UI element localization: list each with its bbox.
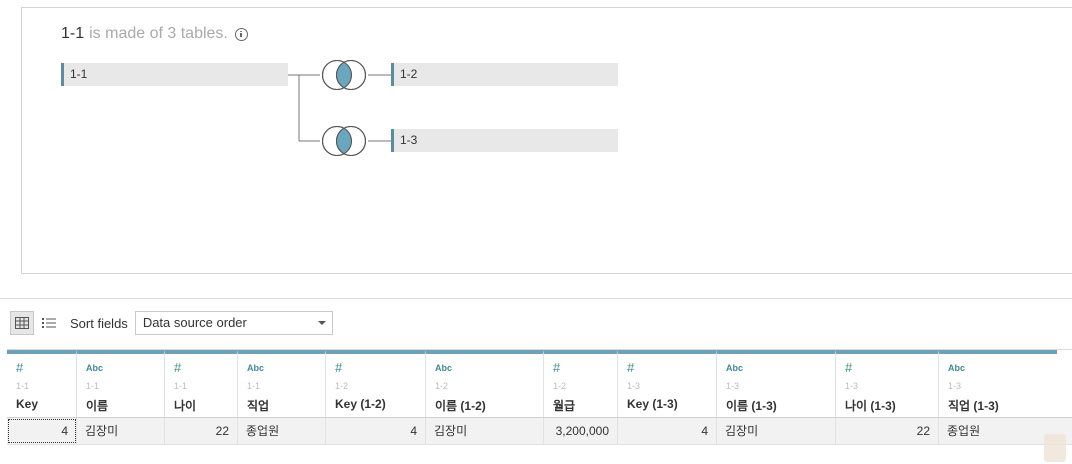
column-source: 1-1	[16, 381, 30, 391]
grid-view-button[interactable]	[10, 311, 34, 335]
column-header[interactable]: #1-3 Key (1-3)	[618, 350, 717, 417]
string-type-icon[interactable]: Abc	[86, 363, 103, 373]
table-1-2[interactable]: 1-2	[391, 63, 618, 86]
table-cell[interactable]: 4	[326, 418, 426, 444]
number-type-icon[interactable]: #	[174, 360, 181, 375]
number-type-icon[interactable]: #	[16, 360, 23, 375]
grid-header: #1-1 Key Abc 1-1 이름 #1-1 나이 Abc 1-1 직업 #1-2 Key (1-…	[7, 350, 1072, 417]
table-cell[interactable]: 김장미	[717, 418, 836, 444]
list-view-button[interactable]	[37, 311, 61, 335]
list-view-icon	[42, 318, 56, 328]
column-name[interactable]: 나이	[174, 397, 196, 414]
column-name[interactable]: 이름 (1-3)	[726, 397, 777, 414]
string-type-icon[interactable]: Abc	[247, 363, 264, 373]
sort-fields-label: Sort fields	[70, 315, 128, 331]
table-cell[interactable]: 22	[165, 418, 238, 444]
column-source: 1-1	[86, 381, 100, 391]
table-1-3[interactable]: 1-3	[391, 129, 618, 152]
column-source: 1-2	[435, 381, 449, 391]
column-name[interactable]: Key (1-3)	[627, 397, 678, 411]
column-name[interactable]: 이름 (1-2)	[435, 397, 486, 414]
number-type-icon[interactable]: #	[335, 360, 342, 375]
string-type-icon[interactable]: Abc	[726, 363, 743, 373]
column-source: 1-3	[948, 381, 962, 391]
number-type-icon[interactable]: #	[845, 360, 852, 375]
column-name[interactable]: Key	[16, 397, 38, 411]
table-row: 4 김장미 22 종업원 4 김장미 3,200,000 4 김장미 22 종업원	[7, 417, 1072, 445]
table-cell[interactable]: 4	[618, 418, 717, 444]
table-cell[interactable]: 김장미	[77, 418, 165, 444]
column-header[interactable]: Abc 1-3 직업 (1-3)	[939, 350, 1057, 417]
table-cell[interactable]: 3,200,000	[544, 418, 618, 444]
column-header[interactable]: #1-2 Key (1-2)	[326, 350, 426, 417]
column-header[interactable]: #1-2 월급	[544, 350, 618, 417]
table-1-1[interactable]: 1-1	[61, 63, 288, 86]
sort-fields-value: Data source order	[142, 315, 247, 330]
column-header[interactable]: #1-1 Key	[7, 350, 77, 417]
string-type-icon[interactable]: Abc	[948, 363, 965, 373]
sort-fields-select[interactable]: Data source order	[134, 311, 333, 335]
table-cell[interactable]: 4	[7, 418, 77, 444]
column-header[interactable]: Abc 1-1 이름	[77, 350, 165, 417]
grid-toolbar: Sort fields Data source order	[10, 311, 333, 335]
column-source: 1-3	[627, 381, 641, 391]
inner-join-icon[interactable]	[320, 125, 370, 157]
table-cell[interactable]: 종업원	[939, 418, 1057, 444]
table-cell[interactable]: 종업원	[238, 418, 326, 444]
join-canvas[interactable]: 1-1 is made of 3 tables. 1-1 1-2 1-3	[21, 7, 1072, 274]
string-type-icon[interactable]: Abc	[435, 363, 452, 373]
pane-divider[interactable]	[0, 298, 1072, 299]
column-header[interactable]: Abc 1-2 이름 (1-2)	[426, 350, 544, 417]
column-source: 1-2	[553, 381, 567, 391]
column-name[interactable]: Key (1-2)	[335, 397, 386, 411]
data-grid: #1-1 Key Abc 1-1 이름 #1-1 나이 Abc 1-1 직업 #1-2 Key (1-…	[7, 349, 1072, 445]
column-name[interactable]: 직업	[247, 397, 269, 414]
column-name[interactable]: 이름	[86, 397, 108, 414]
grid-view-icon	[15, 317, 29, 329]
column-name[interactable]: 나이 (1-3)	[845, 397, 896, 414]
chevron-down-icon	[312, 312, 332, 334]
table-cell[interactable]: 김장미	[426, 418, 544, 444]
table-cell[interactable]: 22	[836, 418, 939, 444]
table-label: 1-2	[400, 67, 418, 81]
number-type-icon[interactable]: #	[553, 360, 560, 375]
mascot-icon	[1044, 434, 1066, 462]
column-source: 1-3	[726, 381, 740, 391]
column-source: 1-1	[174, 381, 188, 391]
table-label: 1-1	[70, 67, 88, 81]
join-connectors	[288, 74, 391, 142]
inner-join-icon[interactable]	[320, 59, 370, 91]
column-header[interactable]: #1-1 나이	[165, 350, 238, 417]
column-name[interactable]: 월급	[553, 397, 575, 414]
column-source: 1-3	[845, 381, 859, 391]
column-header[interactable]: #1-3 나이 (1-3)	[836, 350, 939, 417]
table-label: 1-3	[400, 133, 418, 147]
column-header[interactable]: Abc 1-1 직업	[238, 350, 326, 417]
column-source: 1-1	[247, 381, 261, 391]
column-name[interactable]: 직업 (1-3)	[948, 397, 999, 414]
column-source: 1-2	[335, 381, 349, 391]
number-type-icon[interactable]: #	[627, 360, 634, 375]
column-header[interactable]: Abc 1-3 이름 (1-3)	[717, 350, 836, 417]
